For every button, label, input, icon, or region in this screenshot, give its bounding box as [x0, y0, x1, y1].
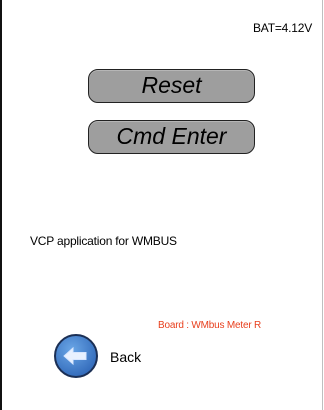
screen-border-right: [322, 0, 323, 410]
app-description: VCP application for WMBUS: [30, 234, 177, 248]
screen-border-left: [0, 0, 2, 410]
back-label[interactable]: Back: [110, 349, 141, 365]
battery-status: BAT=4.12V: [252, 21, 312, 35]
reset-button[interactable]: Reset: [88, 69, 255, 103]
back-arrow-icon[interactable]: [53, 333, 99, 379]
device-screen: BAT=4.12V Reset Cmd Enter VCP applicatio…: [0, 0, 324, 410]
board-info: Board : WMbus Meter R: [158, 320, 262, 331]
cmd-enter-button[interactable]: Cmd Enter: [88, 120, 255, 154]
back-button[interactable]: Back: [53, 333, 163, 379]
